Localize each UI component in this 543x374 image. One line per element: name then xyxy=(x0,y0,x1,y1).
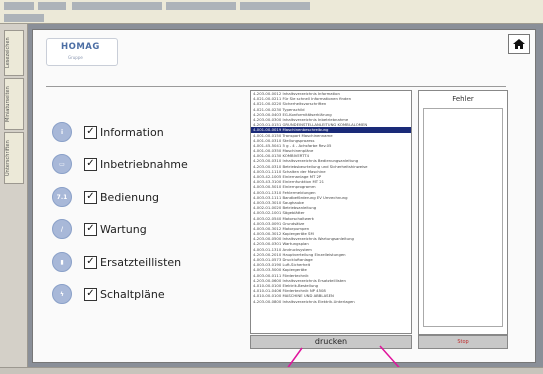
annotation-arrows xyxy=(283,345,405,373)
